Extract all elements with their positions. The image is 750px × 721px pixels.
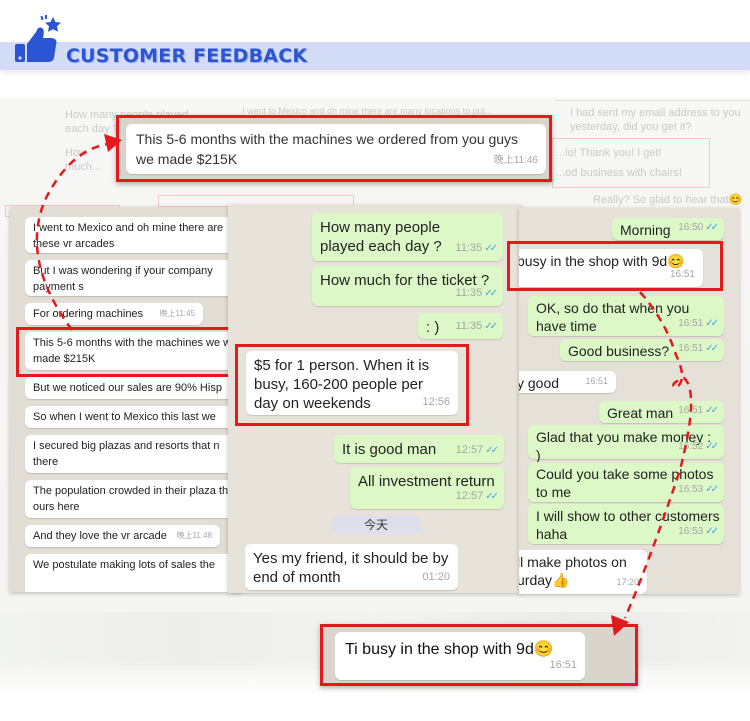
message-time: 晚上11:45 (159, 309, 195, 318)
message-text: But we noticed our sales are 90% Hisp (33, 382, 222, 394)
read-ticks-icon: ✓✓ (485, 491, 499, 502)
faded-message: ...od business with chairs! (556, 167, 682, 179)
read-ticks-icon: ✓✓ (484, 321, 498, 332)
day-separator: 今天 (332, 516, 420, 534)
chat-message: Yes my friend, it should be by end of mo… (245, 544, 458, 590)
chat-message: And they love the vr arcade 晚上11:48 (25, 525, 220, 547)
message-text: ll make photos on urday👍 (519, 554, 627, 588)
message-time: 11:35 (455, 287, 483, 299)
chat-message: For ordering machines 晚上11:45 (25, 303, 203, 325)
read-ticks-icon: ✓✓ (485, 445, 499, 456)
message-text: Yes my friend, it should be by end of mo… (253, 550, 449, 586)
read-ticks-icon: ✓✓ (705, 484, 719, 495)
read-ticks-icon: ✓✓ (705, 526, 719, 537)
highlight-box (507, 241, 723, 291)
page-title: CUSTOMER FEEDBACK (66, 45, 308, 67)
message-text: So when I went to Mexico this last we (33, 411, 216, 423)
chat-message: Great man 16:51 ✓✓ (599, 401, 724, 423)
faded-message: Really? So glad to hear that😊 (593, 194, 743, 206)
message-time: 16:52 (678, 441, 704, 452)
chat-message: : ) 11:35 ✓✓ (418, 313, 503, 339)
message-text: Ti busy in the shop with 9d😊 (345, 641, 554, 658)
chat-message: We postulate making lots of sales the (25, 554, 242, 592)
chat-message: I secured big plazas and resorts that n … (25, 435, 242, 473)
chat-message: It is good man 12:57 ✓✓ (334, 435, 504, 463)
message-time: 11:35 (455, 320, 483, 332)
chat-message: But I was wondering if your company paym… (25, 260, 242, 296)
read-ticks-icon: ✓✓ (484, 243, 498, 254)
chat-message: But we noticed our sales are 90% Hisp (25, 377, 242, 399)
chat-message: Good business? 16:51 ✓✓ (560, 339, 724, 361)
chat-message: How much for the ticket ? 11:35 ✓✓ (312, 266, 503, 306)
chat-message: So when I went to Mexico this last we (25, 406, 242, 428)
message-time: 11:35 (455, 242, 483, 254)
read-ticks-icon: ✓✓ (705, 343, 719, 354)
read-ticks-icon: ✓✓ (705, 441, 719, 452)
message-time: 晚上11:46 (493, 155, 538, 166)
chat-message: y good 16:51 (519, 371, 616, 393)
faded-message: I had sent my email address to you yeste… (570, 107, 741, 133)
message-time: 16:53 (678, 484, 704, 495)
message-time: 17:20 (616, 577, 639, 587)
faded-message: ...lo! Thank you! I get! (556, 147, 662, 159)
message-time: 16:51 (678, 318, 704, 329)
thumbs-up-star-icon (15, 15, 61, 62)
chat-panel-left: I went to Mexico and oh mine there are t… (10, 207, 242, 592)
bottom-callout: Ti busy in the shop with 9d😊 16:51 (320, 624, 638, 686)
message-time: 16:51 (678, 343, 704, 354)
message-time: 16:53 (678, 526, 704, 537)
chat-message: ll make photos on urday👍 17:20 (519, 550, 647, 594)
divider (555, 100, 750, 101)
chat-message: How many people played each day ? 11:35 ✓… (312, 213, 503, 261)
chat-message: I will show to other customers haha 16:5… (528, 504, 724, 544)
chat-message: Could you take some photos to me 16:53 ✓✓ (528, 462, 724, 502)
chat-message: All investment return 12:57 ✓✓ (350, 467, 504, 509)
read-ticks-icon: ✓✓ (705, 318, 719, 329)
read-ticks-icon: ✓✓ (484, 288, 498, 299)
read-ticks-icon: ✓✓ (705, 405, 719, 416)
message-time: 12:57 (455, 444, 484, 456)
message-text: I went to Mexico and oh mine there are t… (33, 222, 224, 250)
callout-message: Ti busy in the shop with 9d😊 16:51 (335, 632, 585, 680)
message-text: How many people played each day ? (320, 219, 442, 255)
message-text: But I was wondering if your company paym… (33, 265, 213, 293)
message-time: 12:57 (455, 490, 484, 502)
chat-message: I went to Mexico and oh mine there are t… (25, 217, 242, 253)
message-text: We postulate making lots of sales the (33, 559, 216, 571)
chat-message: Glad that you make money : ) 16:52 ✓✓ (528, 425, 724, 463)
highlight-box (16, 327, 248, 377)
message-time: 01:20 (422, 571, 450, 583)
message-time: 16:51 (585, 376, 608, 386)
message-text: The population crowded in their plaza th… (33, 485, 241, 513)
top-callout: This 5-6 months with the machines we ord… (116, 115, 552, 182)
message-time: 16:51 (678, 405, 704, 416)
chat-message: The population crowded in their plaza th… (25, 480, 242, 518)
message-time: 16:51 (549, 659, 577, 671)
message-time: 晚上11:48 (176, 531, 212, 540)
callout-message: This 5-6 months with the machines we ord… (126, 124, 546, 174)
read-ticks-icon: ✓✓ (705, 222, 719, 233)
message-text: This 5-6 months with the machines we ord… (136, 131, 519, 167)
chat-message: Morning 16:50 ✓✓ (612, 218, 724, 240)
message-time: 16:50 (678, 222, 704, 233)
chat-message: OK, so do that when you have time 16:51 ✓… (528, 296, 724, 336)
message-text: I secured big plazas and resorts that n … (33, 440, 220, 468)
highlight-box (235, 344, 469, 426)
